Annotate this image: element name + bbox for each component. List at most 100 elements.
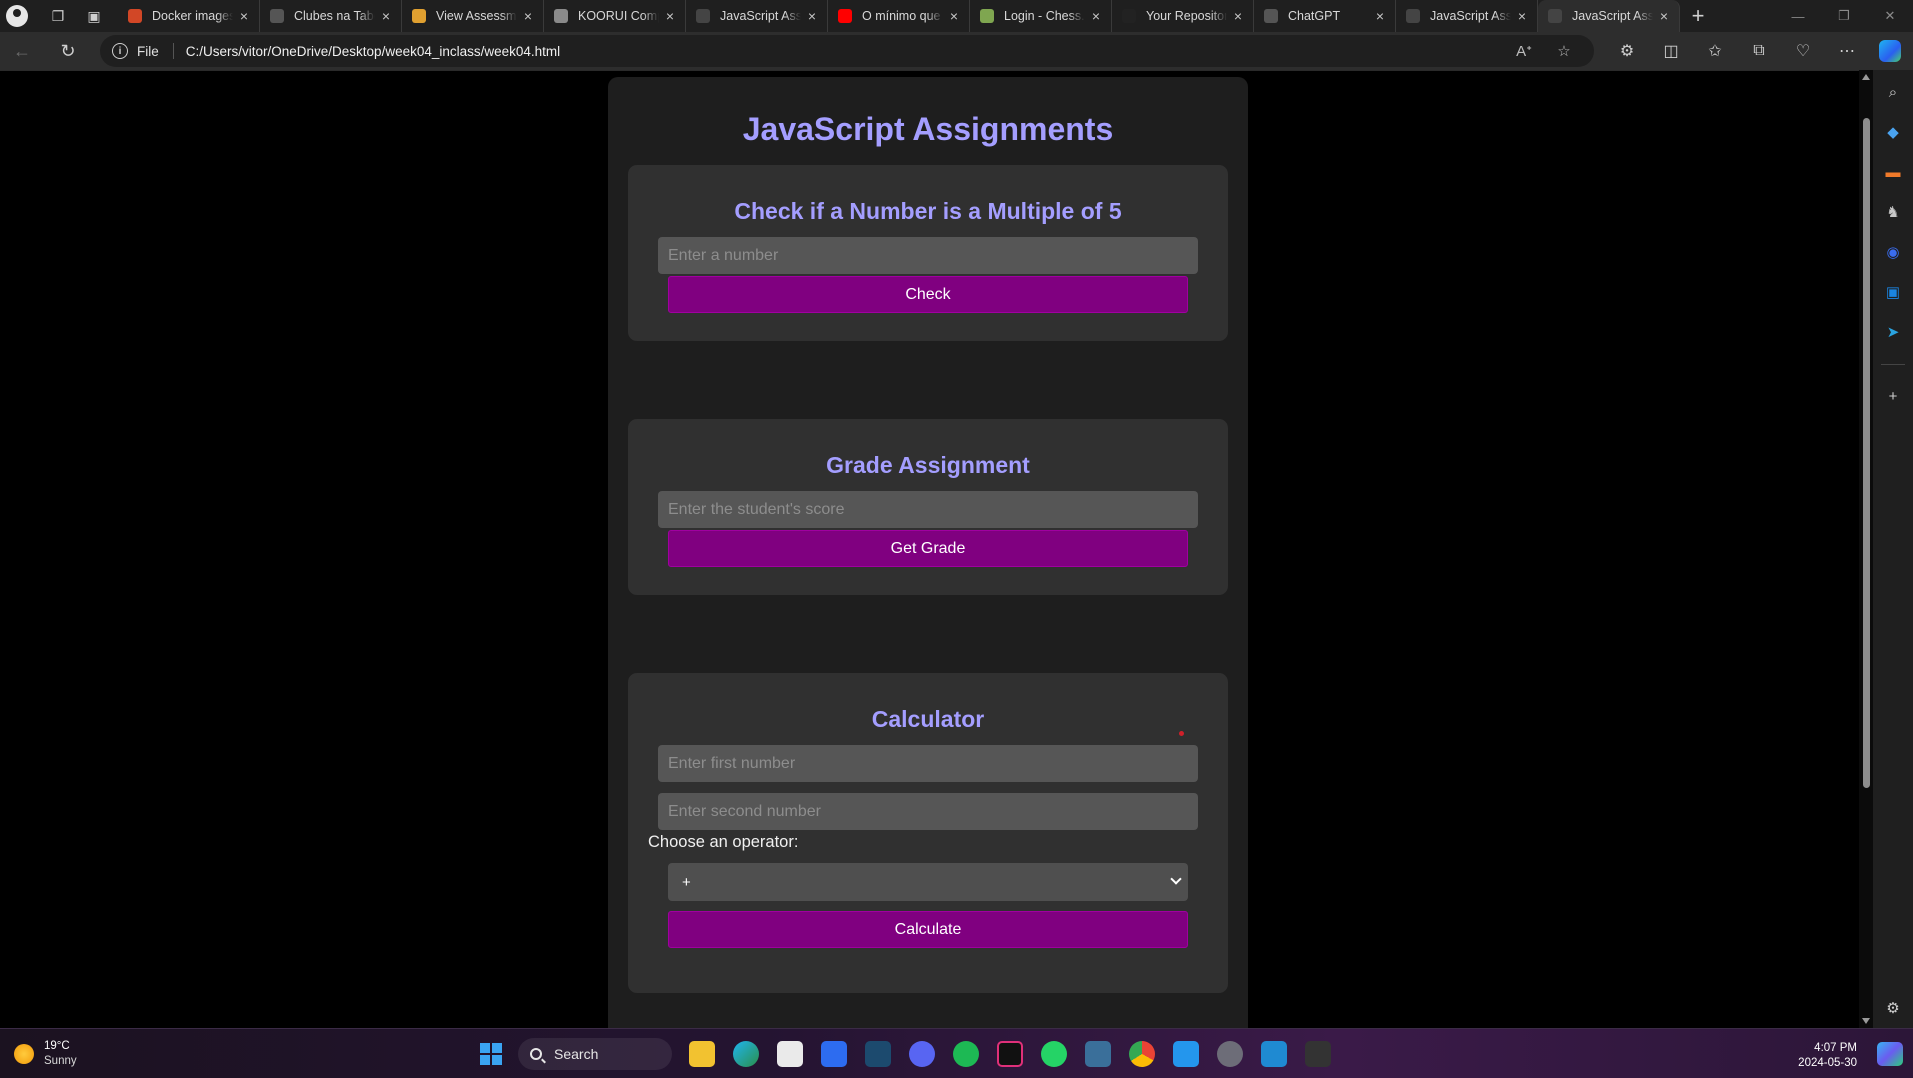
file-explorer-icon[interactable] — [689, 1041, 715, 1067]
browser-tab[interactable]: ChatGPT × — [1254, 0, 1396, 32]
search-icon[interactable]: ⌕ — [1883, 82, 1903, 102]
close-icon[interactable]: × — [1089, 8, 1103, 24]
operator-value: + — [682, 873, 691, 891]
chrome-icon[interactable] — [1129, 1041, 1155, 1067]
telegram-icon[interactable]: ➤ — [1883, 322, 1903, 342]
address-bar[interactable]: i File C:/Users/vitor/OneDrive/Desktop/w… — [100, 35, 1594, 67]
close-icon[interactable]: × — [1373, 8, 1387, 24]
minimize-icon[interactable]: — — [1775, 0, 1821, 32]
browser-essentials-icon[interactable]: ♡ — [1781, 41, 1825, 61]
start-button[interactable] — [480, 1043, 502, 1065]
refresh-button[interactable]: ↻ — [48, 35, 88, 67]
spotify-icon[interactable] — [953, 1041, 979, 1067]
sidebar-settings-icon[interactable]: ⚙ — [1883, 998, 1903, 1018]
vscode-icon[interactable] — [1261, 1041, 1287, 1067]
browser-tab[interactable]: Your Repositories × — [1112, 0, 1254, 32]
browser-tab[interactable]: KOORUI Computer × — [544, 0, 686, 32]
page-viewport: JavaScript Assignments Check if a Number… — [0, 70, 1859, 1028]
shopping-tag-icon[interactable]: ◆ — [1883, 122, 1903, 142]
docker-icon[interactable] — [1173, 1041, 1199, 1067]
close-icon[interactable]: × — [379, 8, 393, 24]
close-icon[interactable]: × — [237, 8, 251, 24]
read-aloud-icon[interactable]: Aᐩ — [1504, 42, 1544, 60]
tab-actions-icon[interactable]: ▣ — [76, 2, 112, 30]
browser-tab[interactable]: View Assessment × — [402, 0, 544, 32]
browser-tab[interactable]: Docker images × — [118, 0, 260, 32]
games-icon[interactable]: ♞ — [1883, 202, 1903, 222]
first-number-input[interactable] — [658, 745, 1198, 782]
edge-icon[interactable] — [733, 1041, 759, 1067]
copilot-icon[interactable] — [1879, 40, 1901, 62]
close-icon[interactable]: × — [663, 8, 677, 24]
extensions-icon[interactable]: ⚙ — [1605, 41, 1649, 61]
tab-label: JavaScript Assignments — [1430, 9, 1511, 23]
second-number-input[interactable] — [658, 793, 1198, 830]
tools-icon[interactable]: ▬ — [1883, 162, 1903, 182]
browser-tab[interactable]: JavaScript Assignments × — [1396, 0, 1538, 32]
operator-label: Choose an operator: — [648, 833, 799, 851]
score-input[interactable] — [658, 491, 1198, 528]
favorites-icon[interactable]: ✩ — [1693, 41, 1737, 61]
page-scrollbar[interactable] — [1859, 70, 1873, 1028]
settings-icon[interactable] — [1217, 1041, 1243, 1067]
taskbar-search[interactable]: Search — [518, 1038, 672, 1070]
close-icon[interactable]: × — [521, 8, 535, 24]
multiple-of-5-card: Check if a Number is a Multiple of 5 Che… — [628, 165, 1228, 341]
close-icon[interactable]: × — [947, 8, 961, 24]
favorite-star-icon[interactable]: ☆ — [1544, 42, 1584, 60]
address-url[interactable]: C:/Users/vitor/OneDrive/Desktop/week04_i… — [186, 44, 560, 59]
number-input[interactable] — [658, 237, 1198, 274]
scroll-up-icon[interactable] — [1862, 74, 1870, 80]
weather-condition: Sunny — [44, 1055, 77, 1067]
copilot-sidebar-icon[interactable]: ◉ — [1883, 242, 1903, 262]
split-screen-icon[interactable]: ◫ — [1649, 41, 1693, 61]
browser-tab[interactable]: JavaScript Assignments × — [686, 0, 828, 32]
copilot-taskbar-icon[interactable] — [1877, 1042, 1903, 1066]
taskbar-clock[interactable]: 4:07 PM 2024-05-30 — [1798, 1041, 1857, 1071]
browser-tab[interactable]: Clubes na Tabela × — [260, 0, 402, 32]
toolbar-actions: ⚙ ◫ ✩ ⧉ ♡ ⋯ — [1605, 32, 1913, 70]
close-window-icon[interactable]: ✕ — [1867, 0, 1913, 32]
calculate-button[interactable]: Calculate — [668, 911, 1188, 948]
check-button[interactable]: Check — [668, 276, 1188, 313]
browser-tab[interactable]: Login - Chess.com × — [970, 0, 1112, 32]
clock-date: 2024-05-30 — [1798, 1057, 1857, 1069]
workspaces-icon[interactable]: ❐ — [40, 2, 76, 30]
edge-sidebar: ⌕ ◆ ▬ ♞ ◉ ▣ ➤ + ⚙ — [1873, 70, 1913, 1028]
operator-select[interactable]: + — [668, 863, 1188, 901]
tab-label: JavaScript Assignments — [720, 9, 801, 23]
get-grade-button[interactable]: Get Grade — [668, 530, 1188, 567]
outlook-icon[interactable]: ▣ — [1883, 282, 1903, 302]
terminal-icon[interactable] — [1305, 1041, 1331, 1067]
github-icon — [1122, 9, 1136, 23]
restore-icon[interactable]: ❐ — [1821, 0, 1867, 32]
close-icon[interactable]: × — [1657, 8, 1671, 24]
ms-store-icon[interactable] — [777, 1041, 803, 1067]
more-menu-icon[interactable]: ⋯ — [1825, 41, 1869, 61]
notes-icon[interactable] — [865, 1041, 891, 1067]
scrollbar-thumb[interactable] — [1863, 118, 1870, 788]
file-icon — [1548, 9, 1562, 23]
site-info-icon[interactable]: i — [112, 43, 128, 59]
profile-avatar[interactable] — [6, 5, 28, 27]
page-title: JavaScript Assignments — [742, 111, 1114, 147]
scroll-down-icon[interactable] — [1862, 1018, 1870, 1024]
add-sidebar-app-icon[interactable]: + — [1883, 386, 1903, 406]
new-tab-button[interactable]: + — [1680, 3, 1716, 29]
mysql-workbench-icon[interactable] — [1085, 1041, 1111, 1067]
close-icon[interactable]: × — [805, 8, 819, 24]
windows-taskbar: 19°C Sunny Search 4:07 PM 2024-05-30 — [0, 1028, 1913, 1078]
weather-widget[interactable]: 19°C Sunny — [14, 1039, 77, 1069]
tab-label: KOORUI Computer — [578, 9, 659, 23]
close-icon[interactable]: × — [1515, 8, 1529, 24]
tab-bar: ❐ ▣ Docker images×Clubes na Tabela×View … — [0, 0, 1913, 32]
browser-tab[interactable]: O mínimo que × — [828, 0, 970, 32]
intellij-icon[interactable] — [997, 1041, 1023, 1067]
whatsapp-icon[interactable] — [1041, 1041, 1067, 1067]
collections-icon[interactable]: ⧉ — [1737, 42, 1781, 60]
discord-icon[interactable] — [909, 1041, 935, 1067]
dropbox-icon[interactable] — [821, 1041, 847, 1067]
back-button[interactable]: ← — [2, 35, 42, 67]
close-icon[interactable]: × — [1231, 8, 1245, 24]
browser-tab[interactable]: JavaScript Assignments × — [1538, 0, 1680, 32]
